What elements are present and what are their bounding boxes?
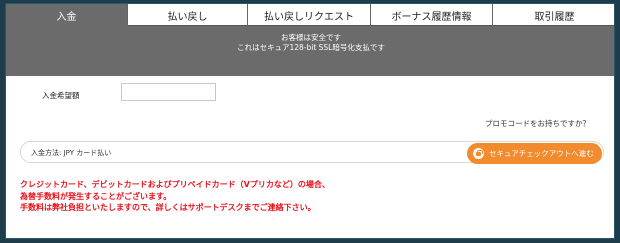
amount-input[interactable] xyxy=(121,83,216,101)
secure-checkout-label: セキュアチェックアウトへ進む xyxy=(489,149,594,158)
security-banner-line2: これはセキュア128-bit SSL暗号化支払です xyxy=(237,43,385,52)
lock-icon xyxy=(473,148,484,159)
tab-bar: 入金 払い戻し 払い戻しリクエスト ボーナス履歴情報 取引履歴 xyxy=(6,4,614,26)
deposit-panel: 入金 払い戻し 払い戻しリクエスト ボーナス履歴情報 取引履歴 お客様は安全です… xyxy=(5,3,615,239)
fee-notice-line2: 為替手数料が発生することがございます。 xyxy=(20,191,172,201)
promo-code-link[interactable]: プロモコードをお持ちですか？ xyxy=(485,118,590,129)
fee-notice: クレジットカード、デビットカードおよびプリペイドカード（Vプリカなど）の場合、 … xyxy=(20,179,330,214)
fee-notice-line3: 手数料は弊社負担といたしますので、詳しくはサポートデスクまでご連絡下さい。 xyxy=(20,203,316,212)
tab-bonus-history[interactable]: ボーナス履歴情報 xyxy=(371,4,493,26)
security-banner-line1: お客様は安全です xyxy=(281,33,341,42)
tab-withdrawal-request[interactable]: 払い戻しリクエスト xyxy=(248,4,371,26)
security-banner: お客様は安全です これはセキュア128-bit SSL暗号化支払です xyxy=(6,26,614,76)
secure-checkout-button[interactable]: セキュアチェックアウトへ進む xyxy=(467,143,602,164)
fee-notice-line1: クレジットカード、デビットカードおよびプリペイドカード（Vプリカなど）の場合、 xyxy=(20,180,330,189)
tab-withdrawal[interactable]: 払い戻し xyxy=(128,4,248,26)
tab-transaction-history[interactable]: 取引履歴 xyxy=(493,4,614,26)
tab-deposit[interactable]: 入金 xyxy=(6,4,128,26)
amount-label: 入金希望額 xyxy=(42,91,80,100)
payment-method-label: 入金方法: JPY カード払い xyxy=(31,149,112,157)
